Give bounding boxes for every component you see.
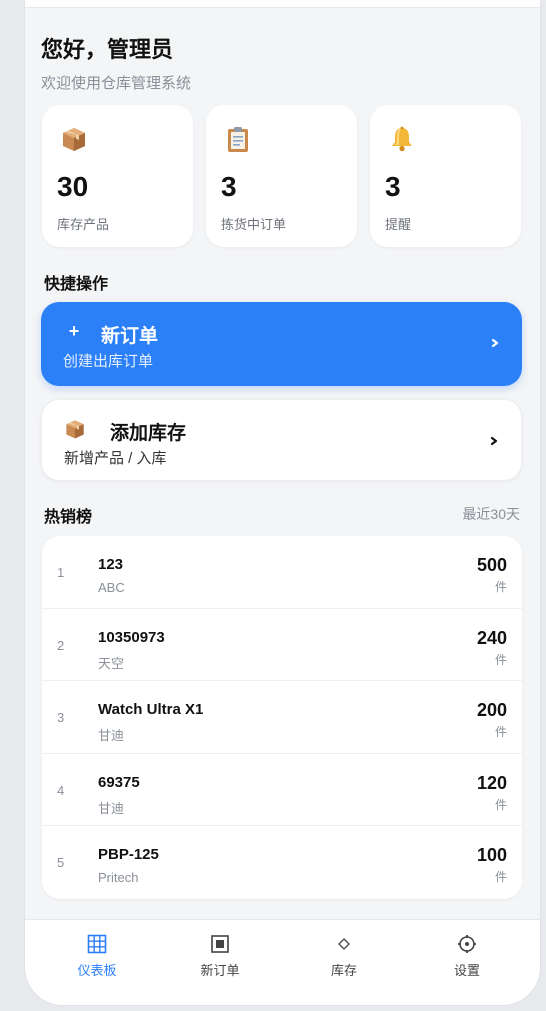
plus-icon: + [68,320,80,341]
sold-quantity: 100 [476,845,507,866]
add-stock-title: 添加库存 [110,423,187,444]
bestsellers-list: 1 123 ABC 500 件 2 10350973 天空 240 件 3 Wa… [42,536,522,899]
greeting-subtitle: 欢迎使用仓库管理系统 [41,75,192,92]
bestsellers-period: 最近30天 [462,506,520,522]
grid-icon [87,934,107,954]
quantity-unit: 件 [494,652,507,667]
quantity-unit: 件 [494,725,507,740]
sold-quantity: 240 [476,627,507,648]
quantity-unit: 件 [494,797,507,812]
rank-number: 3 [57,710,65,726]
product-name: 69375 [98,773,140,791]
chevron-right-icon [491,338,499,348]
package-icon [63,128,85,151]
add-stock-subtitle: 新增产品 / 入库 [64,450,167,467]
quick-actions-title: 快捷操作 [44,276,109,293]
stat-card-products[interactable]: 30 库存产品 [42,105,193,247]
diamond-icon [338,938,350,950]
product-name: Watch Ultra X1 [98,701,204,719]
list-item[interactable]: 3 Watch Ultra X1 甘迪 200 件 [42,681,522,754]
product-name: PBP-125 [98,846,159,864]
new-order-button[interactable]: + 新订单 创建出库订单 [41,302,522,386]
stat-card-picking-orders[interactable]: 3 拣货中订单 [206,105,357,247]
nav-item-new-order[interactable]: 新订单 [180,934,260,984]
stat-label: 库存产品 [57,217,110,232]
bestsellers-title: 热销榜 [44,509,93,526]
nav-label: 仪表板 [77,963,117,978]
quantity-unit: 件 [494,870,507,885]
product-brand: ABC [98,580,125,595]
app-screen: 您好，管理员 欢迎使用仓库管理系统 30 库存产品 3 拣货中订单 3 提醒 快… [25,0,540,1005]
greeting-title: 您好，管理员 [41,37,174,62]
product-brand: 天空 [98,655,125,671]
list-item[interactable]: 2 10350973 天空 240 件 [42,609,522,682]
bell-icon [392,126,412,152]
product-brand: 甘迪 [98,728,125,744]
list-item[interactable]: 1 123 ABC 500 件 [42,536,522,609]
bottom-nav: 仪表板 新订单 库存 设置 [25,919,540,1005]
nav-item-inventory[interactable]: 库存 [304,934,384,984]
product-brand: Pritech [98,870,139,886]
nav-item-settings[interactable]: 设置 [427,934,507,984]
sold-quantity: 200 [476,700,507,721]
nav-label: 设置 [453,963,480,978]
top-bar [25,0,540,8]
clipboard-icon [228,127,248,152]
rank-number: 5 [57,855,65,871]
greeting: 您好，管理员 欢迎使用仓库管理系统 [41,32,191,93]
sold-quantity: 120 [476,772,507,793]
product-name: 123 [98,556,124,573]
stat-value: 30 [57,171,89,202]
product-name: 10350973 [98,628,165,646]
sold-quantity: 500 [476,555,507,575]
quantity-unit: 件 [494,580,507,594]
stat-label: 提醒 [385,217,412,232]
product-brand: 甘迪 [98,800,125,816]
square-icon [211,935,229,953]
rank-number: 1 [57,565,65,580]
list-item[interactable]: 4 69375 甘迪 120 件 [42,754,522,827]
stat-label: 拣货中订单 [221,217,287,232]
list-item[interactable]: 5 PBP-125 Pritech 100 件 [42,826,522,899]
add-stock-button[interactable]: 添加库存 新增产品 / 入库 [41,399,522,481]
rank-number: 2 [57,637,65,653]
stat-value: 3 [385,171,401,202]
nav-label: 新订单 [200,963,240,978]
stat-card-alerts[interactable]: 3 提醒 [370,105,521,247]
chevron-right-icon [490,436,498,446]
package-icon [66,420,84,439]
nav-label: 库存 [330,963,357,978]
stats-row: 30 库存产品 3 拣货中订单 3 提醒 [42,105,522,247]
new-order-title: 新订单 [101,326,159,347]
rank-number: 4 [57,782,65,798]
gear-icon [458,935,476,953]
new-order-subtitle: 创建出库订单 [63,353,154,370]
stat-value: 3 [221,171,237,202]
nav-item-dashboard[interactable]: 仪表板 [57,934,137,984]
